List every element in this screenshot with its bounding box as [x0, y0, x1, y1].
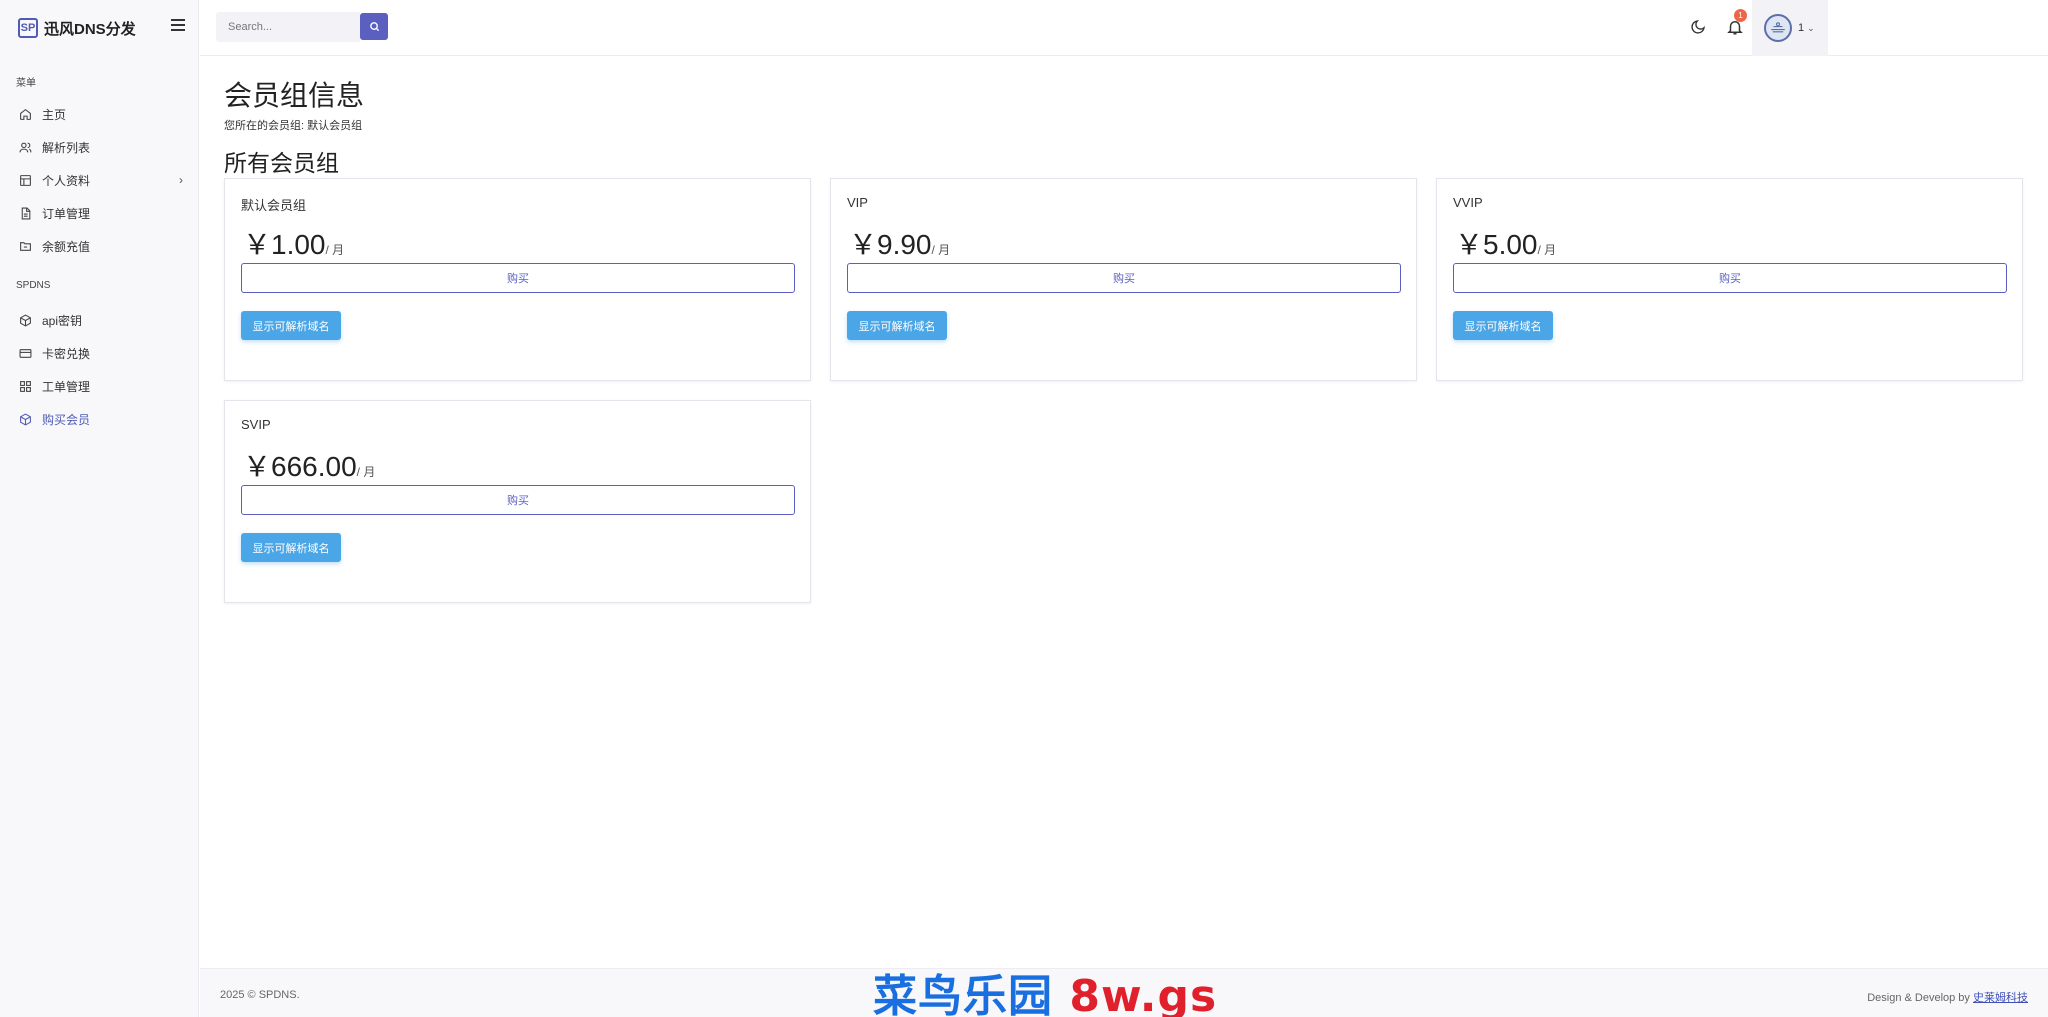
search-icon [369, 22, 379, 32]
show-domains-button[interactable]: 显示可解析域名 [241, 533, 341, 562]
group-name: VIP [847, 195, 868, 210]
sidebar-item-api-key[interactable]: api密钥 [18, 310, 183, 330]
page-title: 会员组信息 [224, 80, 365, 111]
cube-icon [18, 313, 32, 327]
price-unit: / 月 [931, 243, 951, 257]
sidebar-item-buy-membership[interactable]: 购买会员 [18, 409, 183, 429]
buy-button[interactable]: 购买 [847, 263, 1401, 293]
show-domains-button[interactable]: 显示可解析域名 [847, 311, 947, 340]
membership-card: VIP ￥9.90/ 月 购买 显示可解析域名 [830, 178, 1417, 381]
user-menu[interactable]: 1 ⌄ [1752, 0, 1828, 56]
group-price: ￥666.00/ 月 [243, 451, 376, 482]
sidebar-item-label: 个人资料 [42, 173, 91, 188]
sidebar-item-label: 卡密兑换 [42, 346, 91, 361]
section-title: 所有会员组 [224, 150, 339, 176]
sidebar-item-orders[interactable]: 订单管理 [18, 203, 183, 223]
sidebar-item-label: api密钥 [42, 313, 83, 328]
group-price: ￥5.00/ 月 [1455, 229, 1557, 260]
watermark: 菜鸟乐园 8w.gs [873, 960, 1217, 1017]
sidebar-item-label: 解析列表 [42, 140, 91, 155]
group-price: ￥9.90/ 月 [849, 229, 951, 260]
buy-button[interactable]: 购买 [241, 263, 795, 293]
chevron-right-icon: › [179, 173, 183, 187]
layout-icon [18, 173, 32, 187]
credit-link[interactable]: 史莱姆科技 [1973, 992, 2028, 1004]
sidebar-item-home[interactable]: 主页 [18, 104, 183, 124]
credit-prefix: Design & Develop by [1867, 992, 1970, 1004]
folder-icon [18, 239, 32, 253]
group-name: SVIP [241, 417, 271, 432]
sidebar-item-label: 订单管理 [42, 206, 91, 221]
buy-button[interactable]: 购买 [241, 485, 795, 515]
sidebar-item-profile[interactable]: 个人资料 › [18, 170, 183, 190]
sidebar-item-card-redeem[interactable]: 卡密兑换 [18, 343, 183, 363]
menu-section-label: SPDNS [16, 280, 51, 291]
sidebar-item-label: 余额充值 [42, 239, 91, 254]
dark-mode-toggle-icon[interactable] [1690, 19, 1706, 35]
price-unit: / 月 [325, 243, 345, 257]
grid-icon [18, 379, 32, 393]
sidebar: SP 迅风DNS分发 菜单 主页 解析列表 个人资料 › 订单管理 余额充值 S… [0, 0, 199, 1017]
group-name: 默认会员组 [241, 198, 307, 213]
notification-count-badge: 1 [1734, 9, 1747, 22]
membership-card: VVIP ￥5.00/ 月 购买 显示可解析域名 [1436, 178, 2023, 381]
brand-logo: SP [18, 18, 38, 38]
card-icon [18, 346, 32, 360]
price-unit: / 月 [356, 465, 376, 479]
buy-button[interactable]: 购买 [1453, 263, 2007, 293]
show-domains-button[interactable]: 显示可解析域名 [241, 311, 341, 340]
sidebar-item-label: 工单管理 [42, 379, 91, 394]
current-group-info: 您所在的会员组: 默认会员组 [224, 120, 363, 132]
membership-card: SVIP ￥666.00/ 月 购买 显示可解析域名 [224, 400, 811, 603]
users-icon [18, 140, 32, 154]
brand-name: 迅风DNS分发 [44, 20, 136, 38]
price-unit: / 月 [1537, 243, 1557, 257]
sidebar-item-dns-list[interactable]: 解析列表 [18, 137, 183, 157]
group-price: ￥1.00/ 月 [243, 229, 345, 260]
search-bar [216, 12, 388, 42]
sidebar-item-label: 主页 [42, 107, 67, 122]
brand[interactable]: SP 迅风DNS分发 [18, 16, 136, 40]
search-input[interactable] [216, 12, 360, 42]
membership-card: 默认会员组 ￥1.00/ 月 购买 显示可解析域名 [224, 178, 811, 381]
show-domains-button[interactable]: 显示可解析域名 [1453, 311, 1553, 340]
hamburger-menu-icon[interactable] [171, 19, 185, 31]
file-icon [18, 206, 32, 220]
chevron-down-icon: ⌄ [1807, 22, 1815, 33]
sidebar-item-tickets[interactable]: 工单管理 [18, 376, 183, 396]
home-icon [18, 107, 32, 121]
credit: Design & Develop by 史莱姆科技 [1867, 989, 2028, 1005]
watermark-cn: 菜鸟乐园 [873, 971, 1053, 1017]
menu-section-label: 菜单 [16, 78, 36, 89]
copyright: 2025 © SPDNS. [220, 989, 300, 1001]
user-name: 1 [1798, 22, 1805, 34]
sidebar-item-label: 购买会员 [42, 412, 91, 427]
package-icon [18, 412, 32, 426]
watermark-en: 8w.gs [1069, 971, 1218, 1017]
avatar [1764, 14, 1792, 42]
sidebar-item-recharge[interactable]: 余额充值 [18, 236, 183, 256]
group-name: VVIP [1453, 195, 1483, 210]
search-button[interactable] [360, 13, 388, 40]
